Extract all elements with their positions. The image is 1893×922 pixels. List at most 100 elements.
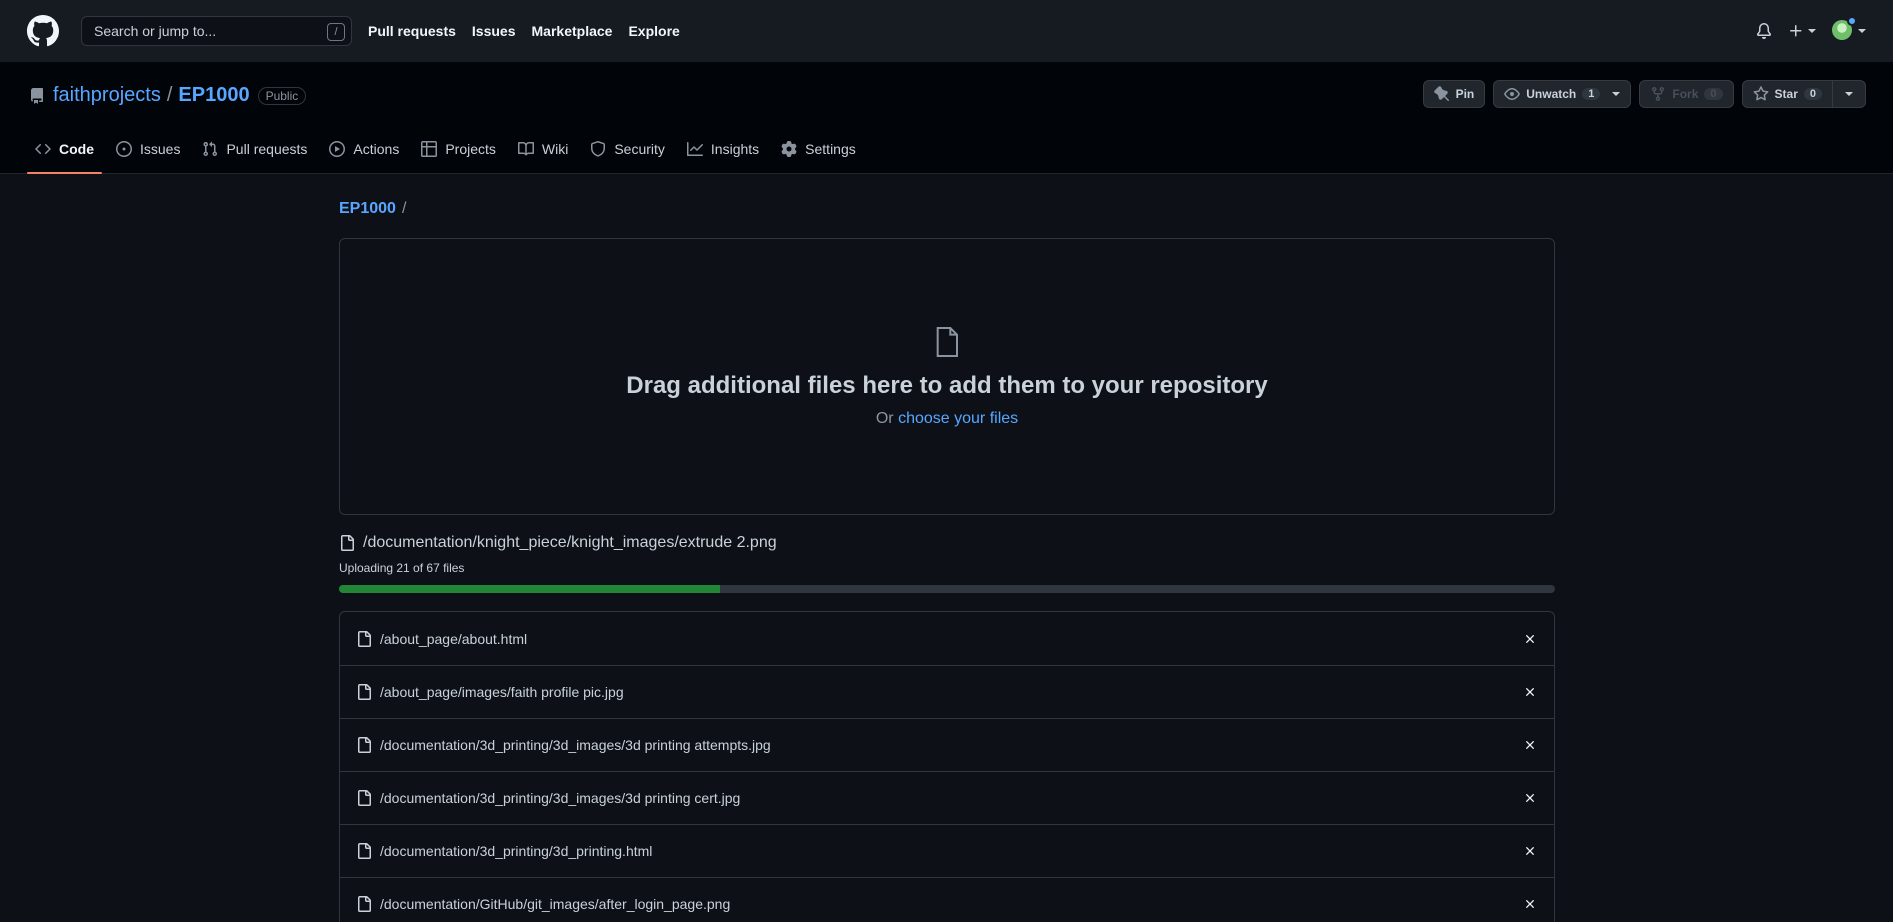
file-icon xyxy=(936,326,958,357)
star-button-group: Star 0 xyxy=(1741,80,1866,108)
star-label: Star xyxy=(1774,87,1798,101)
remove-file-button[interactable] xyxy=(1522,843,1538,859)
tab-label: Insights xyxy=(710,141,760,157)
star-list-dropdown[interactable] xyxy=(1833,80,1866,108)
dropzone-heading: Drag additional files here to add them t… xyxy=(626,371,1268,399)
chevron-down-icon xyxy=(1612,92,1621,96)
dropzone-subtext: Or choose your files xyxy=(876,410,1018,428)
breadcrumb-repo-link[interactable]: EP1000 xyxy=(339,200,396,218)
watch-count: 1 xyxy=(1582,88,1601,100)
repo-nav: Code Issues Pull requests Actions Projec… xyxy=(27,131,864,174)
tab-pull-requests[interactable]: Pull requests xyxy=(194,131,315,167)
star-count: 0 xyxy=(1803,88,1822,100)
file-row: /documentation/3d_printing/3d_printing.h… xyxy=(340,824,1554,877)
file-row: /documentation/3d_printing/3d_images/3d … xyxy=(340,718,1554,771)
bell-icon[interactable] xyxy=(1756,23,1772,39)
current-file-path: /documentation/knight_piece/knight_image… xyxy=(363,534,777,551)
fork-label: Fork xyxy=(1672,87,1699,101)
visibility-badge: Public xyxy=(257,86,307,105)
tab-label: Actions xyxy=(353,141,400,157)
file-icon xyxy=(358,896,371,912)
user-menu[interactable] xyxy=(1832,16,1866,42)
upload-progress-fill xyxy=(339,585,721,593)
tab-settings[interactable]: Settings xyxy=(773,131,864,167)
choose-files-link[interactable]: choose your files xyxy=(898,410,1018,427)
nav-explore[interactable]: Explore xyxy=(628,23,679,39)
tab-label: Settings xyxy=(805,141,856,157)
code-icon xyxy=(35,143,51,155)
tab-label: Security xyxy=(614,141,665,157)
play-icon xyxy=(329,141,346,157)
search-input[interactable] xyxy=(94,23,314,39)
create-new-menu[interactable] xyxy=(1788,23,1816,39)
tab-label: Issues xyxy=(140,141,181,157)
plus-icon xyxy=(1790,25,1802,37)
remove-file-button[interactable] xyxy=(1522,737,1538,753)
remove-file-button[interactable] xyxy=(1522,684,1538,700)
avatar xyxy=(1832,16,1857,42)
file-row: /documentation/3d_printing/3d_images/3d … xyxy=(340,771,1554,824)
repo-icon xyxy=(30,87,43,104)
file-row: /about_page/images/faith profile pic.jpg xyxy=(340,665,1554,718)
repo-name-link[interactable]: EP1000 xyxy=(178,84,249,107)
tab-issues[interactable]: Issues xyxy=(108,131,188,167)
file-path: /about_page/about.html xyxy=(380,630,528,647)
repo-header: faithprojects / EP1000 Public Pin Unwatc… xyxy=(0,62,1893,174)
file-dropzone[interactable]: Drag additional files here to add them t… xyxy=(339,238,1555,515)
fork-count: 0 xyxy=(1704,88,1723,100)
fork-icon xyxy=(1652,87,1665,102)
file-icon xyxy=(358,630,371,647)
file-path: /documentation/3d_printing/3d_images/3d … xyxy=(380,790,741,806)
tab-label: Pull requests xyxy=(226,141,308,157)
tab-wiki[interactable]: Wiki xyxy=(510,131,576,167)
chevron-down-icon xyxy=(1858,29,1866,33)
file-path: /documentation/3d_printing/3d_printing.h… xyxy=(380,843,653,859)
close-icon xyxy=(1526,900,1534,908)
or-text: Or xyxy=(875,409,894,427)
repo-title: faithprojects / EP1000 Public xyxy=(29,84,307,107)
close-icon xyxy=(1526,688,1534,696)
repo-actions: Pin Unwatch 1 Fork 0 Star 0 xyxy=(1422,80,1866,108)
chevron-down-icon xyxy=(1808,29,1816,33)
remove-file-button[interactable] xyxy=(1522,631,1538,647)
unwatch-button[interactable]: Unwatch 1 xyxy=(1493,80,1632,108)
tab-insights[interactable]: Insights xyxy=(679,131,767,167)
close-icon xyxy=(1526,634,1534,643)
chevron-down-icon xyxy=(1845,92,1853,96)
graph-icon xyxy=(686,142,703,156)
global-header: / Pull requests Issues Marketplace Explo… xyxy=(0,0,1893,62)
file-icon xyxy=(341,535,354,551)
fork-button[interactable]: Fork 0 xyxy=(1639,80,1734,108)
file-icon xyxy=(358,737,371,753)
remove-file-button[interactable] xyxy=(1522,896,1538,912)
gear-icon xyxy=(781,141,797,157)
nav-issues[interactable]: Issues xyxy=(472,23,516,39)
unwatch-label: Unwatch xyxy=(1526,87,1577,101)
repo-separator: / xyxy=(166,84,173,106)
tab-code[interactable]: Code xyxy=(27,131,102,174)
pin-label: Pin xyxy=(1455,87,1475,101)
header-actions xyxy=(1756,16,1866,42)
pin-button[interactable]: Pin xyxy=(1422,80,1486,108)
star-button[interactable]: Star 0 xyxy=(1741,80,1833,108)
remove-file-button[interactable] xyxy=(1522,790,1538,806)
current-upload-file: /documentation/knight_piece/knight_image… xyxy=(339,534,777,552)
upload-progress-bar xyxy=(339,585,1555,593)
nav-pull-requests[interactable]: Pull requests xyxy=(368,23,456,39)
close-icon xyxy=(1526,741,1534,749)
repo-owner-link[interactable]: faithprojects xyxy=(53,84,161,107)
star-icon xyxy=(1753,86,1768,101)
shield-icon xyxy=(591,141,606,157)
nav-marketplace[interactable]: Marketplace xyxy=(532,23,613,39)
upload-status-text: Uploading 21 of 67 files xyxy=(339,561,465,575)
file-row: /about_page/about.html xyxy=(340,612,1554,665)
tab-projects[interactable]: Projects xyxy=(413,131,504,167)
pin-icon xyxy=(1433,86,1449,102)
issue-icon xyxy=(116,141,132,157)
tab-label: Projects xyxy=(445,141,496,157)
tab-actions[interactable]: Actions xyxy=(321,131,407,167)
github-logo-icon[interactable] xyxy=(27,15,59,47)
search-box[interactable]: / xyxy=(81,16,352,46)
breadcrumb: EP1000 / xyxy=(339,200,406,218)
tab-security[interactable]: Security xyxy=(582,131,673,167)
